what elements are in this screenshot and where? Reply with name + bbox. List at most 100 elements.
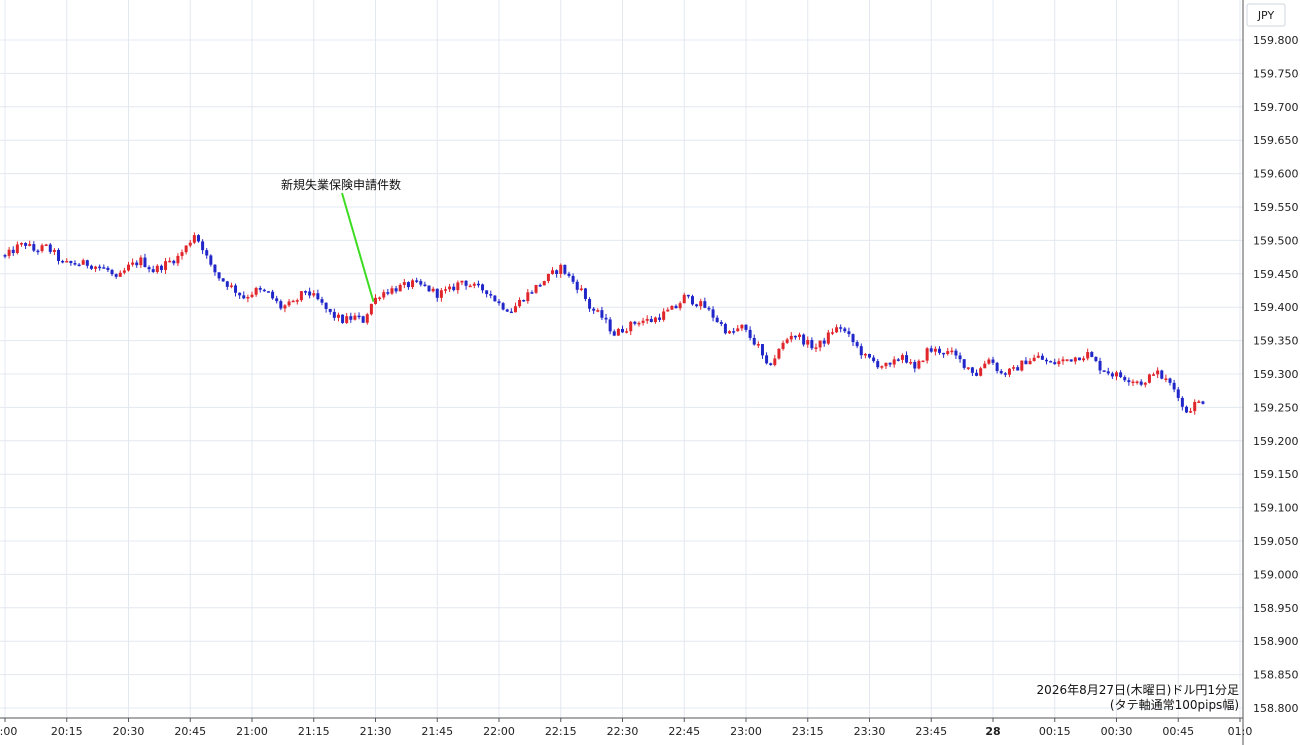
- candle-body: [789, 335, 793, 340]
- candle-body: [810, 340, 814, 349]
- candle-body: [493, 295, 497, 302]
- candle-body: [769, 363, 773, 365]
- candle-body: [402, 282, 406, 285]
- candle-body: [711, 309, 715, 318]
- candle-body: [1016, 367, 1020, 371]
- y-tick-label: 159.550: [1253, 201, 1299, 214]
- candle-body: [1123, 377, 1127, 381]
- candle-body: [11, 249, 15, 254]
- candle-body: [24, 243, 28, 246]
- candle-body: [752, 337, 756, 345]
- candle-body: [1086, 352, 1090, 359]
- x-tick-label: 21:00: [236, 725, 268, 738]
- candle-body: [497, 301, 501, 304]
- candle-body: [950, 350, 954, 353]
- candle-body: [1036, 355, 1040, 358]
- candle-body: [19, 243, 23, 245]
- candle-body: [781, 342, 785, 349]
- candle-body: [188, 242, 192, 246]
- candle-body: [538, 284, 542, 287]
- candle-body: [357, 315, 361, 318]
- candle-body: [625, 331, 629, 333]
- candle-body: [81, 260, 85, 265]
- candle-body: [843, 328, 847, 332]
- candle-body: [439, 290, 443, 298]
- candle-body: [666, 309, 670, 312]
- candle-body: [489, 294, 493, 296]
- x-tick-label: 21:30: [360, 725, 392, 738]
- candle-body: [546, 273, 550, 282]
- candle-body: [1012, 367, 1016, 369]
- candle-body: [509, 311, 513, 314]
- y-tick-label: 159.750: [1253, 67, 1299, 80]
- candle-body: [69, 261, 73, 264]
- candlestick-chart[interactable]: 新規失業保険申請件数 159.800159.750159.700159.6501…: [0, 0, 1300, 745]
- candle-body: [909, 361, 913, 364]
- candle-body: [427, 285, 431, 292]
- candle-body: [1189, 411, 1193, 413]
- y-tick-label: 159.400: [1253, 301, 1299, 314]
- candle-body: [435, 288, 439, 298]
- candle-body: [127, 264, 130, 271]
- candle-body: [695, 304, 699, 307]
- y-tick-label: 158.800: [1253, 702, 1299, 715]
- candle-body: [942, 352, 946, 355]
- candle: [493, 295, 497, 302]
- candle-body: [312, 293, 316, 296]
- candle: [690, 294, 694, 306]
- candle-body: [172, 260, 176, 264]
- candle-body: [756, 344, 760, 346]
- y-tick-label: 159.500: [1253, 234, 1299, 247]
- candle-body: [1061, 359, 1065, 362]
- candle-body: [612, 331, 616, 336]
- candle-body: [896, 359, 900, 361]
- candle-body: [431, 288, 435, 292]
- candle: [917, 359, 921, 370]
- candle-body: [1119, 372, 1123, 378]
- candle-body: [476, 283, 480, 286]
- y-tick-label: 159.350: [1253, 335, 1299, 348]
- candle-body: [929, 348, 933, 352]
- candle-body: [1160, 370, 1164, 379]
- candle-body: [390, 288, 394, 294]
- candle-body: [987, 359, 991, 364]
- candle: [563, 264, 567, 276]
- candle-body: [806, 340, 810, 345]
- y-tick-labels: 159.800 159.750 159.700 159.650 159.600 159.5…: [1253, 34, 1299, 715]
- y-tick-label: 158.850: [1253, 669, 1299, 682]
- candle-body: [361, 316, 365, 323]
- price-unit-box: JPY: [1246, 3, 1286, 27]
- candle-body: [1032, 357, 1036, 361]
- candle-body: [234, 285, 238, 293]
- x-tick-label: 22:15: [545, 725, 577, 738]
- x-tick-label: 22:45: [668, 725, 700, 738]
- candle-body: [1045, 359, 1049, 362]
- candle-body: [588, 299, 592, 309]
- candle-body: [192, 235, 196, 243]
- x-tick-label: 20:45: [174, 725, 206, 738]
- candle-body: [320, 299, 324, 303]
- candle-body: [48, 244, 52, 252]
- candle-body: [61, 260, 65, 263]
- candle-body: [1065, 359, 1069, 361]
- candle-body: [1164, 378, 1168, 380]
- candle-body: [398, 284, 402, 292]
- candle-body: [1143, 382, 1147, 385]
- candle-body: [592, 308, 596, 311]
- candle-body: [295, 300, 299, 302]
- candle-body: [1049, 361, 1053, 363]
- candle-body: [888, 362, 892, 365]
- candle-body: [526, 292, 530, 302]
- candle-body: [633, 321, 637, 324]
- candle: [670, 305, 674, 310]
- candle-body: [678, 303, 682, 309]
- candle-body: [221, 278, 225, 282]
- candle-body: [905, 355, 909, 363]
- candle-body: [143, 257, 147, 268]
- chart-background: [0, 0, 1300, 745]
- candle-body: [36, 250, 40, 253]
- candle-body: [57, 249, 61, 261]
- candle-body: [168, 260, 172, 263]
- x-tick-label: 22:00: [483, 725, 515, 738]
- candle: [1020, 360, 1024, 372]
